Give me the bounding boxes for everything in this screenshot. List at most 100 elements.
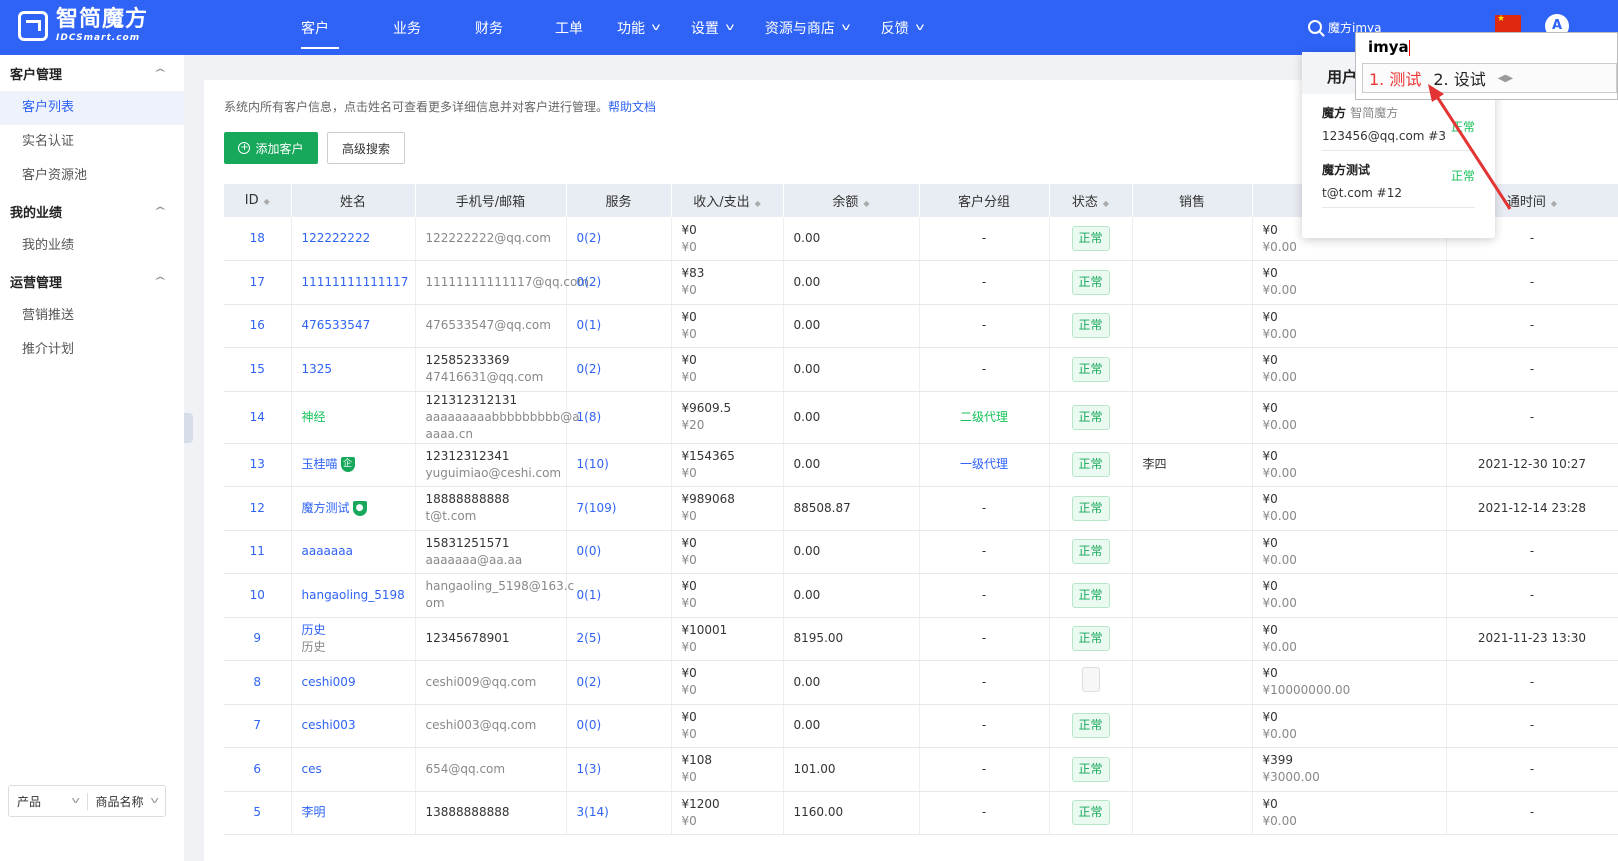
sidebar-item[interactable]: 推介计划 bbox=[0, 333, 184, 367]
customer-name-link[interactable]: 历史 历史 bbox=[291, 617, 416, 661]
customer-id[interactable]: 18 bbox=[224, 217, 292, 261]
table-row: 12 魔方测试 ● 18888888888 t@t.com 7(109) ¥989068 ¥0… bbox=[224, 486, 1618, 531]
table-row: 7 ceshi003 ceshi003@qq.com 0(0) ¥0 ¥0 0.00- 正常 ¥… bbox=[224, 704, 1618, 748]
service-count-link[interactable]: 0(1) bbox=[566, 304, 672, 348]
status-badge: 正常 bbox=[1071, 713, 1110, 739]
customer-name-link[interactable]: 122222222 bbox=[291, 217, 416, 261]
ime-page-arrows-icon[interactable]: ◀▶ bbox=[1498, 73, 1513, 84]
sidebar-group-header[interactable]: 运营管理 ^ bbox=[0, 263, 184, 299]
service-count-link[interactable]: 0(0) bbox=[566, 530, 672, 574]
column-header: 客户分组 bbox=[919, 184, 1050, 217]
table-row: 9 历史 历史 12345678901 2(5) ¥10001 ¥0 8195.00- 正常 ¥0… bbox=[224, 617, 1618, 661]
customer-id[interactable]: 12 bbox=[224, 486, 292, 531]
service-count-link[interactable]: 0(1) bbox=[566, 573, 672, 618]
customer-group: - bbox=[919, 486, 1050, 531]
column-header[interactable]: ID ◆ bbox=[224, 184, 292, 217]
customer-name-link[interactable]: 1325 bbox=[291, 347, 416, 392]
customer-id[interactable]: 13 bbox=[224, 443, 292, 487]
customer-id[interactable]: 5 bbox=[224, 791, 292, 835]
customer-name-link[interactable]: 魔方测试 ● bbox=[291, 486, 416, 531]
sidebar-item[interactable]: 营销推送 bbox=[0, 299, 184, 333]
customer-name-link[interactable]: 476533547 bbox=[291, 304, 416, 348]
service-count-link[interactable]: 7(109) bbox=[566, 486, 672, 531]
customer-id[interactable]: 14 bbox=[224, 391, 292, 444]
service-count-link[interactable]: 1(3) bbox=[566, 747, 672, 792]
customer-id[interactable]: 7 bbox=[224, 704, 292, 748]
service-count-link[interactable]: 3(14) bbox=[566, 791, 672, 835]
column-header[interactable]: 收入/支出 ◆ bbox=[671, 184, 784, 217]
customer-name-link[interactable]: 玉桂喵企 bbox=[291, 443, 416, 487]
sidebar-item[interactable]: 实名认证 bbox=[0, 125, 184, 159]
sidebar-item[interactable]: 我的业绩 bbox=[0, 229, 184, 263]
nav-finance[interactable]: 财务 bbox=[459, 0, 539, 55]
customer-name-link[interactable]: 神经 bbox=[291, 391, 416, 444]
language-flag-icon[interactable] bbox=[1495, 14, 1521, 33]
customer-name-link[interactable]: ceshi003 bbox=[291, 704, 416, 748]
customer-group: - bbox=[919, 260, 1050, 305]
service-count-link[interactable]: 2(5) bbox=[566, 617, 672, 661]
sales-rep: 李四 bbox=[1132, 443, 1253, 487]
sort-icon[interactable]: ◆ bbox=[1103, 199, 1109, 208]
customer-id[interactable]: 15 bbox=[224, 347, 292, 392]
column-header[interactable]: 状态 ◆ bbox=[1049, 184, 1133, 217]
service-count-link[interactable]: 0(2) bbox=[566, 347, 672, 392]
nav-features[interactable]: 功能 v bbox=[601, 0, 675, 55]
product-type-select[interactable]: 产品 v bbox=[9, 792, 88, 810]
income-expense: ¥108 ¥0 bbox=[671, 747, 784, 792]
table-row: 6 ces 654@qq.com 1(3) ¥108 ¥0 101.00- 正常 ¥399 ¥30… bbox=[224, 747, 1618, 792]
sort-icon[interactable]: ◆ bbox=[863, 199, 869, 208]
customer-name-link[interactable]: hangaoling_5198 bbox=[291, 573, 416, 618]
service-count-link[interactable]: 0(2) bbox=[566, 260, 672, 305]
customer-id[interactable]: 9 bbox=[224, 617, 292, 661]
service-count-link[interactable]: 0(2) bbox=[566, 660, 672, 705]
service-count-link[interactable]: 1(8) bbox=[566, 391, 672, 444]
sort-icon[interactable]: ◆ bbox=[755, 199, 761, 208]
customer-name-link[interactable]: ces bbox=[291, 747, 416, 792]
service-count-link[interactable]: 0(0) bbox=[566, 704, 672, 748]
add-customer-button[interactable]: + 添加客户 bbox=[224, 132, 318, 164]
sidebar-group-header[interactable]: 我的业绩 ^ bbox=[0, 193, 184, 229]
sort-icon[interactable]: ◆ bbox=[1551, 199, 1557, 208]
sidebar-group-header[interactable]: 客户管理 ^ bbox=[0, 55, 184, 91]
customer-id[interactable]: 8 bbox=[224, 660, 292, 705]
nav-ticket[interactable]: 工单 bbox=[539, 0, 601, 55]
customer-name-link[interactable]: ceshi009 bbox=[291, 660, 416, 705]
sales-rep bbox=[1132, 660, 1253, 705]
status-badge: 正常 bbox=[1071, 626, 1110, 652]
credit: ¥0 ¥10000000.00 bbox=[1252, 660, 1447, 705]
nav-business[interactable]: 业务 bbox=[355, 0, 459, 55]
product-name-select[interactable]: 商品名称 v bbox=[88, 793, 166, 810]
advanced-search-button[interactable]: 高级搜索 bbox=[327, 132, 405, 164]
sidebar-collapse-handle[interactable] bbox=[184, 413, 193, 443]
customer-name-link[interactable]: 11111111111117 bbox=[291, 260, 416, 305]
sidebar-item[interactable]: 客户列表 bbox=[0, 91, 184, 125]
column-header[interactable]: 余额 ◆ bbox=[783, 184, 920, 217]
brand-logo[interactable]: 智简魔方 IDCSmart.com bbox=[18, 9, 148, 43]
service-count-link[interactable]: 1(10) bbox=[566, 443, 672, 487]
text-caret bbox=[1408, 39, 1410, 56]
service-count-link[interactable]: 0(2) bbox=[566, 217, 672, 261]
customer-group: - bbox=[919, 791, 1050, 835]
nav-store[interactable]: 资源与商店 v bbox=[749, 0, 865, 55]
sidebar-item[interactable]: 客户资源池 bbox=[0, 159, 184, 193]
help-doc-link[interactable]: 帮助文档 bbox=[608, 100, 656, 114]
customer-name-link[interactable]: 李明 bbox=[291, 791, 416, 835]
customer-id[interactable]: 10 bbox=[224, 573, 292, 618]
table-row: 11 aaaaaaa 15831251571 aaaaaaa@aa.aa 0(0) ¥0 ¥… bbox=[224, 530, 1618, 574]
activation-time: - bbox=[1446, 791, 1618, 835]
search-icon[interactable] bbox=[1308, 20, 1322, 34]
column-header: 服务 bbox=[566, 184, 672, 217]
customer-contact: ceshi003@qq.com bbox=[415, 704, 567, 748]
customer-id[interactable]: 17 bbox=[224, 260, 292, 305]
nav-settings[interactable]: 设置 v bbox=[675, 0, 749, 55]
customer-id[interactable]: 16 bbox=[224, 304, 292, 348]
customer-id[interactable]: 6 bbox=[224, 747, 292, 792]
table-row: 16 476533547 476533547@qq.com 0(1) ¥0 ¥0 0.00-… bbox=[224, 304, 1618, 348]
status-cell: 正常 bbox=[1049, 704, 1133, 748]
customer-name-link[interactable]: aaaaaaa bbox=[291, 530, 416, 574]
sort-icon[interactable]: ◆ bbox=[264, 197, 270, 206]
nav-customer[interactable]: 客户 bbox=[285, 0, 355, 55]
nav-feedback[interactable]: 反馈 v bbox=[865, 0, 939, 55]
ime-candidate-1[interactable]: 1. 测试 bbox=[1369, 66, 1421, 90]
customer-id[interactable]: 11 bbox=[224, 530, 292, 574]
